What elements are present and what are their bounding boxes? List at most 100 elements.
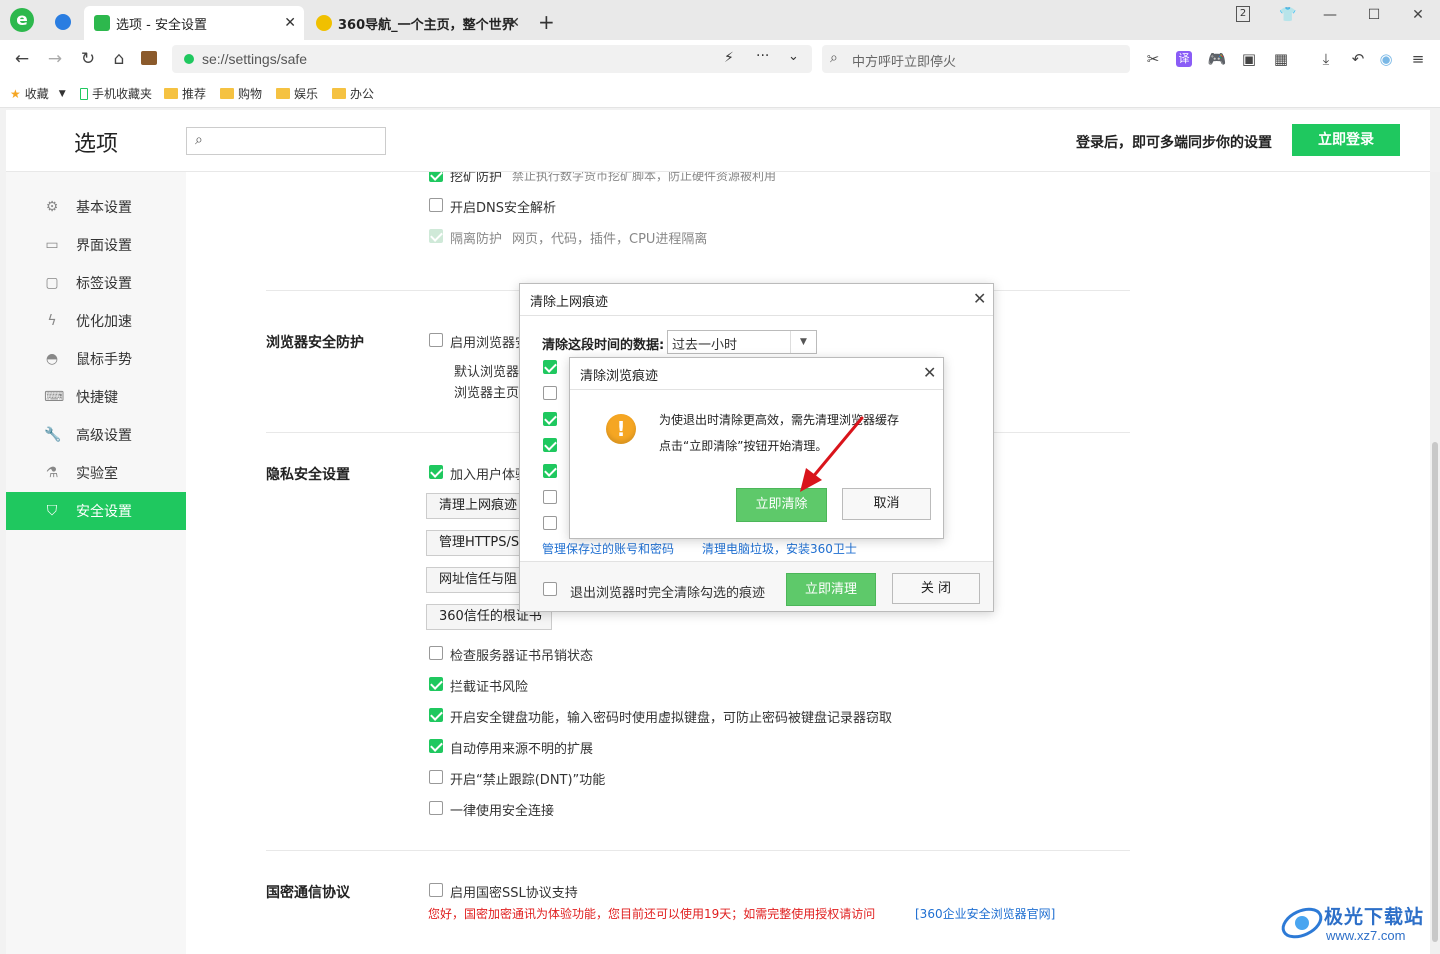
sidebar-item-shortcuts[interactable]: ⌨ 快捷键: [6, 378, 186, 416]
sidebar-item-speed[interactable]: ϟ 优化加速: [6, 302, 186, 340]
bookmark-mobile[interactable]: 手机收藏夹: [80, 85, 152, 102]
watermark-url: www.xz7.com: [1326, 928, 1406, 943]
url-text[interactable]: se://settings/safe: [202, 51, 307, 67]
https-only-checkbox[interactable]: [429, 801, 443, 815]
sidebar-item-security[interactable]: ⛉ 安全设置: [6, 492, 186, 530]
folder-icon: [332, 88, 346, 99]
clean-now-button[interactable]: 立即清理: [786, 573, 876, 606]
trace-option-checkbox[interactable]: [543, 438, 557, 452]
dns-checkbox[interactable]: [429, 198, 443, 212]
mining-protection-checkbox[interactable]: [429, 172, 443, 182]
trace-option-checkbox[interactable]: [543, 412, 557, 426]
bookmark-folder[interactable]: 推荐: [164, 85, 206, 102]
bookmark-folder[interactable]: 娱乐: [276, 85, 318, 102]
favorites-menu[interactable]: ★ 收藏 ▼: [10, 85, 66, 102]
close-icon[interactable]: ✕: [923, 363, 936, 382]
isolation-checkbox: [429, 229, 443, 243]
bookmark-folder[interactable]: 购物: [220, 85, 262, 102]
sidebar-item-label: 标签设置: [76, 276, 132, 292]
bookmark-label: 购物: [238, 87, 263, 101]
national-ssl-checkbox[interactable]: [429, 883, 443, 897]
back-icon[interactable]: ←: [11, 48, 33, 70]
user-experience-checkbox[interactable]: [429, 465, 443, 479]
undo-icon[interactable]: ↶: [1348, 49, 1368, 69]
dnt-checkbox[interactable]: [429, 770, 443, 784]
translate-icon[interactable]: 译: [1176, 51, 1192, 67]
cert-risk-checkbox[interactable]: [429, 677, 443, 691]
page-title: 选项: [74, 132, 119, 157]
refresh-icon[interactable]: ↻: [77, 48, 99, 70]
briefcase-icon[interactable]: [141, 51, 157, 65]
settings-search-input[interactable]: ⌕: [186, 127, 386, 155]
sidebar-item-gestures[interactable]: ◓ 鼠标手势: [6, 340, 186, 378]
reader-icon[interactable]: ▣: [1239, 49, 1259, 69]
dialog-title: 清除浏览痕迹: [580, 369, 659, 384]
bookmark-label: 推荐: [182, 87, 207, 101]
skin-shirt-icon[interactable]: 👕: [1274, 4, 1302, 26]
trace-option-checkbox[interactable]: [543, 516, 557, 530]
game-icon[interactable]: 🎮: [1207, 49, 1227, 69]
page-header: 选项 ⌕ 登录后，即可多端同步你的设置 立即登录: [6, 110, 1430, 172]
sidebar-item-interface[interactable]: ▭ 界面设置: [6, 226, 186, 264]
tab-settings[interactable]: 选项 - 安全设置 ✕: [84, 6, 304, 40]
apps-grid-icon[interactable]: ▦: [1271, 49, 1291, 69]
scissors-icon[interactable]: ✂: [1143, 49, 1163, 69]
sidebar-item-label: 鼠标手势: [76, 352, 132, 368]
trace-option-checkbox[interactable]: [543, 360, 557, 374]
close-icon[interactable]: ✕: [973, 289, 986, 308]
tab-360nav[interactable]: 360导航_一个主页，整个世界 ✕: [306, 6, 528, 40]
forward-icon[interactable]: →: [44, 48, 66, 70]
lightning-icon[interactable]: ⚡: [724, 50, 734, 66]
secure-keyboard-checkbox[interactable]: [429, 708, 443, 722]
cert-revocation-checkbox[interactable]: [429, 646, 443, 660]
sidebar-item-label: 优化加速: [76, 314, 132, 330]
national-ssl-label: 启用国密SSL协议支持: [450, 886, 578, 901]
sidebar-item-basic[interactable]: ⚙ 基本设置: [6, 188, 186, 226]
close-icon[interactable]: ✕: [508, 15, 520, 31]
sidebar-item-lab[interactable]: ⚗ 实验室: [6, 454, 186, 492]
dialog-title-divider: [570, 389, 943, 390]
browser-protect-checkbox[interactable]: [429, 333, 443, 347]
cleanup-link[interactable]: 清理电脑垃圾，安装360卫士: [702, 540, 857, 557]
minimize-icon[interactable]: —: [1316, 4, 1344, 26]
folder-icon: [220, 88, 234, 99]
chevron-down-icon[interactable]: ⌄: [788, 49, 799, 64]
sidebar-item-advanced[interactable]: 🔧 高级设置: [6, 416, 186, 454]
home-icon[interactable]: ⌂: [108, 48, 130, 70]
folder-icon: [164, 88, 178, 99]
browser-logo-icon[interactable]: e: [10, 8, 34, 32]
trace-option-checkbox[interactable]: [543, 490, 557, 504]
search-box[interactable]: ⌕ 中方呼吁立即停火: [822, 45, 1130, 73]
sidebar-item-tabs[interactable]: ▢ 标签设置: [6, 264, 186, 302]
time-range-select[interactable]: 过去一小时 ▼: [667, 330, 817, 354]
pinned-tab-icon[interactable]: [55, 14, 71, 30]
search-text[interactable]: 中方呼吁立即停火: [852, 51, 956, 70]
account-icon[interactable]: ◉: [1376, 49, 1396, 69]
annotation-arrow: [800, 416, 864, 492]
tab-count-badge[interactable]: 2: [1236, 6, 1250, 22]
enterprise-site-link[interactable]: [360企业安全浏览器官网]: [915, 905, 1055, 922]
section-title: 隐私安全设置: [266, 467, 350, 483]
flask-icon: ⚗: [45, 465, 59, 481]
unknown-extension-checkbox[interactable]: [429, 739, 443, 753]
more-icon[interactable]: ···: [756, 48, 769, 64]
close-icon[interactable]: ✕: [284, 15, 296, 31]
trace-option-checkbox[interactable]: [543, 464, 557, 478]
close-window-icon[interactable]: ✕: [1404, 4, 1432, 26]
scroll-thumb[interactable]: [1432, 442, 1438, 942]
bookmarks-bar: ★ 收藏 ▼ 手机收藏夹 推荐 购物 娱乐 办公: [0, 78, 1440, 108]
manage-accounts-link[interactable]: 管理保存过的账号和密码: [542, 540, 674, 557]
menu-icon[interactable]: ≡: [1408, 49, 1428, 69]
exit-clear-checkbox[interactable]: [543, 582, 557, 596]
download-icon[interactable]: ⤓: [1316, 49, 1336, 69]
scrollbar[interactable]: [1430, 172, 1440, 954]
close-dialog-button[interactable]: 关 闭: [892, 573, 980, 604]
trace-option-checkbox[interactable]: [543, 386, 557, 400]
bookmark-folder[interactable]: 办公: [332, 85, 374, 102]
new-tab-button[interactable]: +: [538, 10, 555, 34]
maximize-icon[interactable]: ☐: [1360, 4, 1388, 26]
tab-strip: e 选项 - 安全设置 ✕ 360导航_一个主页，整个世界 ✕ + 2 👕 — …: [0, 0, 1440, 40]
login-button[interactable]: 立即登录: [1292, 124, 1400, 156]
address-bar[interactable]: se://settings/safe ⚡ ··· ⌄: [172, 45, 812, 73]
watermark-logo-icon: [1281, 907, 1323, 939]
